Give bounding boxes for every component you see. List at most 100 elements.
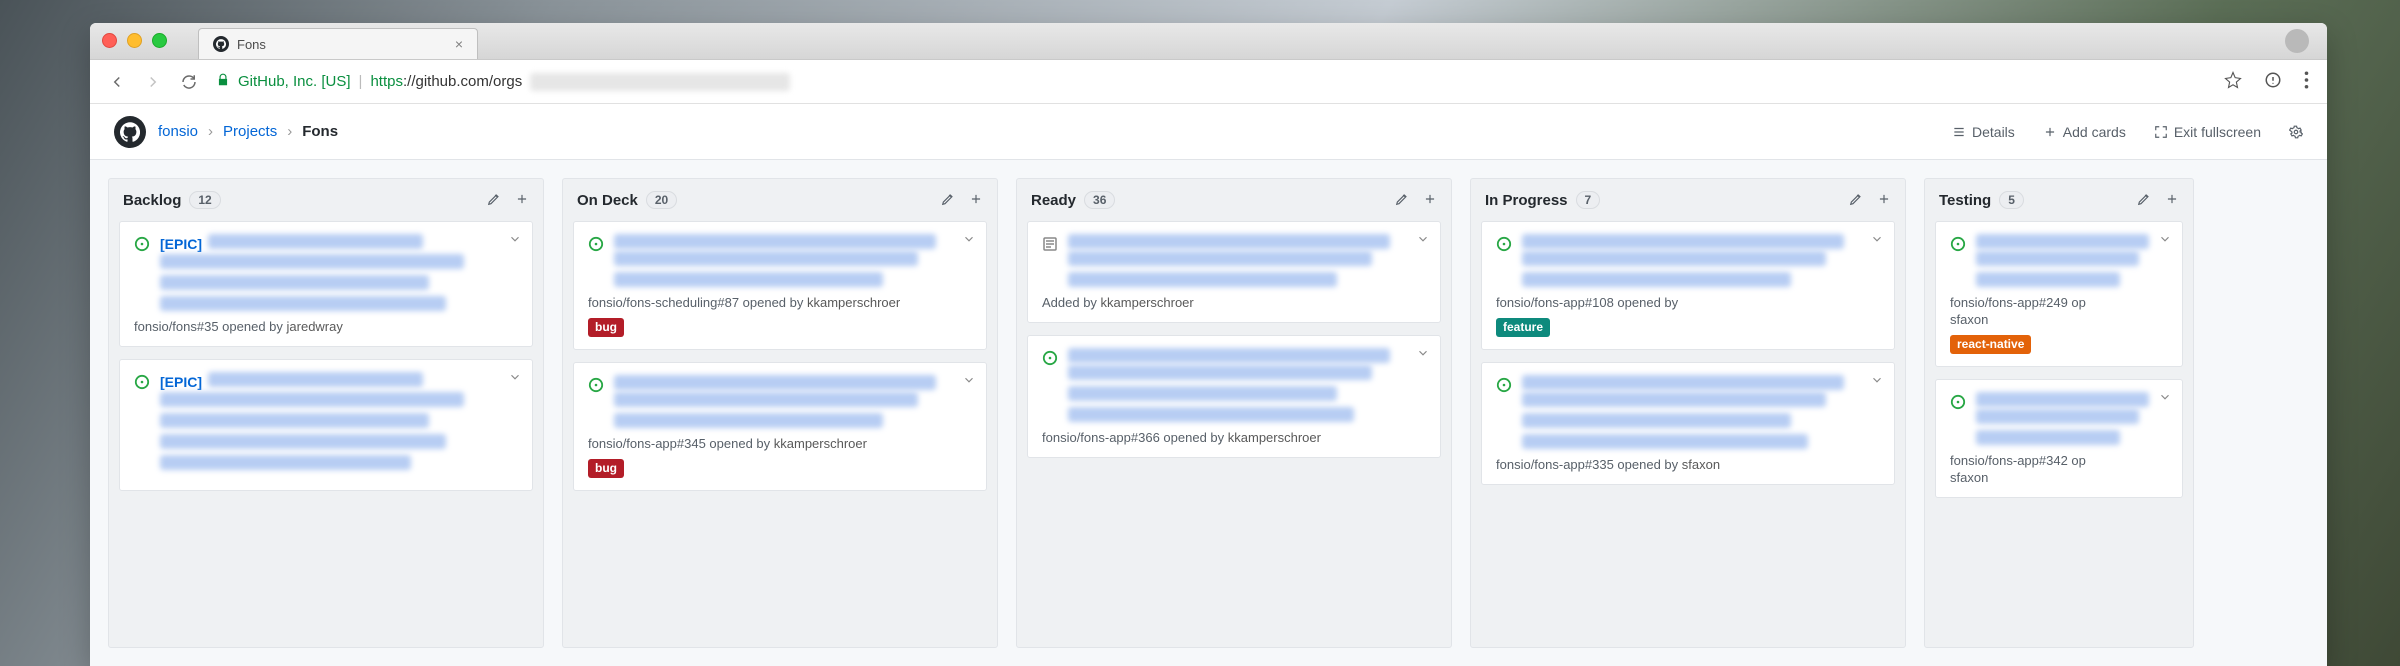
issue-open-icon [134,374,150,470]
column-add-card-button[interactable] [1423,192,1437,209]
project-card[interactable]: [EPIC]fonsio/fons#35 opened by jaredwray [119,221,533,347]
crumb-projects[interactable]: Projects [223,123,277,140]
card-title-redacted [160,296,446,311]
issue-open-icon [134,236,150,311]
column-add-card-button[interactable] [2165,192,2179,209]
project-card[interactable]: fonsio/fons-app#335 opened by sfaxon [1481,362,1895,485]
column-count-badge: 20 [646,191,677,209]
project-card[interactable]: fonsio/fons-scheduling#87 opened by kkam… [573,221,987,350]
card-menu-chevron[interactable] [1416,232,1430,249]
nav-back-button[interactable] [108,73,126,91]
browser-tab[interactable]: Fons × [198,28,478,59]
issue-label: bug [588,318,624,337]
card-title-redacted [1976,392,2149,407]
board-column: Ready36Added by kkamperschroerfonsio/fon… [1016,178,1452,648]
crumb-sep: › [287,123,292,140]
column-edit-button[interactable] [487,192,501,209]
bookmark-star-button[interactable] [2224,71,2242,92]
nav-forward-button[interactable] [144,73,162,91]
column-edit-button[interactable] [1395,192,1409,209]
window-close-button[interactable] [102,33,117,48]
column-title: In Progress [1485,192,1568,209]
card-title-redacted [1068,272,1337,287]
project-card[interactable]: fonsio/fons-app#249 opsfaxonreact-native [1935,221,2183,367]
url-ev-badge: GitHub, Inc. [US] [238,73,351,90]
github-logo[interactable] [114,116,146,148]
card-menu-chevron[interactable] [1870,232,1884,249]
extension-info-icon[interactable] [2264,71,2282,92]
card-meta: fonsio/fons-app#108 opened by [1496,295,1880,310]
column-header: In Progress 7 [1471,179,1905,221]
card-title-redacted [1522,392,1826,407]
issue-open-icon [1950,236,1966,287]
column-edit-button[interactable] [2137,192,2151,209]
address-bar: GitHub, Inc. [US] | https://github.com/o… [90,59,2327,104]
add-cards-button[interactable]: Add cards [2043,124,2126,140]
column-edit-button[interactable] [1849,192,1863,209]
issue-label: bug [588,459,624,478]
card-title-redacted [208,372,423,387]
card-title-redacted [160,434,446,449]
project-header: fonsio › Projects › Fons Details Add car… [90,104,2327,160]
note-icon [1042,236,1058,287]
card-menu-chevron[interactable] [508,232,522,249]
project-card[interactable]: Added by kkamperschroer [1027,221,1441,323]
project-settings-button[interactable] [2289,125,2303,139]
project-card[interactable]: [EPIC] [119,359,533,491]
window-zoom-button[interactable] [152,33,167,48]
crumb-org[interactable]: fonsio [158,123,198,140]
project-card[interactable]: fonsio/fons-app#345 opened by kkampersch… [573,362,987,491]
board-column: Backlog12[EPIC]fonsio/fons#35 opened by … [108,178,544,648]
card-title-redacted [614,413,883,428]
card-meta: fonsio/fons-app#249 op [1950,295,2168,310]
card-menu-chevron[interactable] [1870,373,1884,390]
nav-reload-button[interactable] [180,73,198,91]
card-meta: fonsio/fons-scheduling#87 opened by kkam… [588,295,972,310]
card-menu-chevron[interactable] [962,373,976,390]
card-menu-chevron[interactable] [1416,346,1430,363]
card-epic-prefix: [EPIC] [160,374,202,390]
window-minimize-button[interactable] [127,33,142,48]
column-add-card-button[interactable] [1877,192,1891,209]
chrome-menu-button[interactable] [2304,71,2309,92]
card-menu-chevron[interactable] [2158,390,2172,407]
card-title-redacted [614,234,936,249]
chrome-profile-avatar[interactable] [2285,29,2309,53]
column-title: Backlog [123,192,181,209]
column-edit-button[interactable] [941,192,955,209]
url-redacted-path [530,73,790,91]
card-title-redacted [1976,272,2120,287]
card-menu-chevron[interactable] [2158,232,2172,249]
details-label: Details [1972,124,2015,140]
card-title-redacted [1976,409,2139,424]
traffic-lights [102,33,167,48]
card-title-redacted [160,455,411,470]
url-field[interactable]: GitHub, Inc. [US] | https://github.com/o… [216,73,2206,91]
tab-title: Fons [237,37,266,52]
lock-icon [216,73,230,91]
exit-fullscreen-button[interactable]: Exit fullscreen [2154,124,2261,140]
card-title-redacted [614,272,883,287]
project-card[interactable]: fonsio/fons-app#108 opened byfeature [1481,221,1895,350]
card-title-redacted [1068,251,1372,266]
tab-close-button[interactable]: × [455,36,463,52]
card-menu-chevron[interactable] [962,232,976,249]
column-add-card-button[interactable] [515,192,529,209]
issue-label: react-native [1950,335,2031,354]
crumb-sep: › [208,123,213,140]
details-button[interactable]: Details [1952,124,2015,140]
card-title-redacted [614,251,918,266]
column-header: Backlog12 [109,179,543,221]
issue-open-icon [588,236,604,287]
card-title-redacted [614,375,936,390]
card-menu-chevron[interactable] [508,370,522,387]
column-count-badge: 7 [1576,191,1601,209]
column-cards: fonsio/fons-app#249 opsfaxonreact-native… [1925,221,2193,647]
card-meta: fonsio/fons-app#345 opened by kkampersch… [588,436,972,451]
card-title-redacted [1068,234,1390,249]
project-card[interactable]: fonsio/fons-app#366 opened by kkampersch… [1027,335,1441,458]
card-title-redacted [1068,348,1390,363]
card-title-redacted [1522,272,1791,287]
column-add-card-button[interactable] [969,192,983,209]
project-card[interactable]: fonsio/fons-app#342 opsfaxon [1935,379,2183,498]
